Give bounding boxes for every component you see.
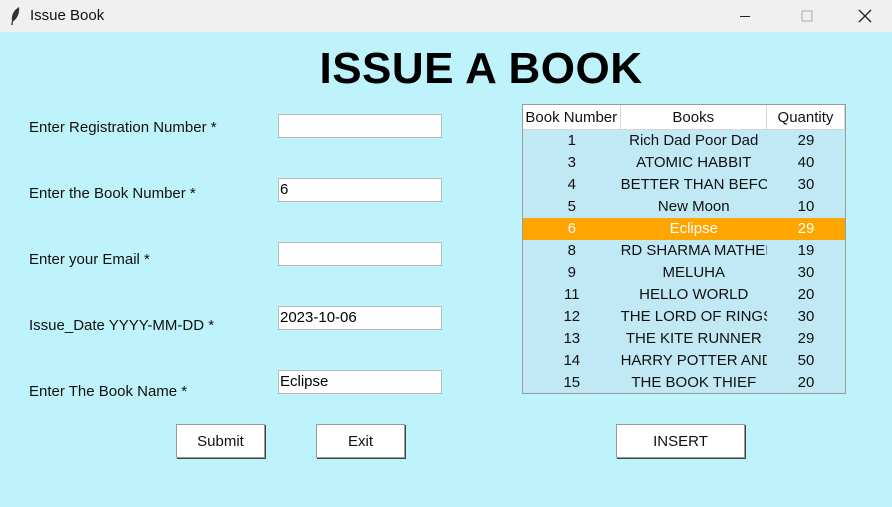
book-name-label: Enter The Book Name * [29, 383, 188, 400]
book-title-cell: ATOMIC HABBIT [636, 154, 752, 171]
book-title-cell: Eclipse [669, 220, 718, 237]
insert-button[interactable]: INSERT [616, 424, 745, 458]
window-title: Issue Book [30, 7, 105, 24]
book-number-cell: 12 [563, 308, 581, 325]
email-input[interactable] [278, 242, 442, 266]
table-row[interactable]: 5 New Moon 10 [523, 196, 845, 218]
table-row[interactable]: 11 HELLO WORLD 20 [523, 284, 845, 306]
book-name-input[interactable]: Eclipse [278, 370, 442, 394]
column-header-quantity[interactable]: Quantity [767, 105, 845, 130]
table-header: Book Number Books Quantity [523, 105, 845, 130]
quantity-cell: 29 [797, 132, 815, 149]
quantity-cell: 19 [797, 242, 815, 259]
column-header-books[interactable]: Books [621, 105, 767, 130]
book-number-cell: 3 [567, 154, 576, 171]
book-number-cell: 8 [567, 242, 576, 259]
quantity-cell: 29 [797, 220, 815, 237]
minimize-icon [740, 16, 750, 17]
book-title-cell: THE LORD OF RINGS [620, 308, 767, 325]
maximize-icon [801, 10, 813, 22]
table-row[interactable]: 14 HARRY POTTER AND 50 [523, 350, 845, 372]
close-button[interactable] [842, 0, 888, 32]
table-row[interactable]: 3 ATOMIC HABBIT 40 [523, 152, 845, 174]
feather-icon [11, 7, 20, 25]
book-number-cell: 4 [567, 176, 576, 193]
registration-input[interactable] [278, 114, 442, 138]
title-bar: Issue Book [0, 0, 892, 32]
issue-date-label: Issue_Date YYYY-MM-DD * [29, 317, 215, 334]
quantity-cell: 30 [797, 308, 815, 325]
book-number-input[interactable]: 6 [278, 178, 442, 202]
quantity-cell: 20 [797, 374, 815, 391]
minimize-button[interactable] [722, 0, 768, 32]
submit-button[interactable]: Submit [176, 424, 265, 458]
book-number-cell: 15 [563, 374, 581, 391]
exit-button[interactable]: Exit [316, 424, 405, 458]
quantity-cell: 30 [797, 176, 815, 193]
book-number-cell: 1 [567, 132, 576, 149]
book-number-cell: 11 [564, 286, 580, 303]
main-panel: ISSUE A BOOK Enter Registration Number *… [0, 32, 892, 507]
table-body: 1 Rich Dad Poor Dad 29 3 ATOMIC HABBIT 40 4 BET… [523, 130, 845, 393]
table-row[interactable]: 13 THE KITE RUNNER 29 [523, 328, 845, 350]
issue-date-input[interactable]: 2023-10-06 [278, 306, 442, 330]
book-title-cell: Rich Dad Poor Dad [629, 132, 759, 149]
book-number-cell: 14 [563, 352, 581, 369]
book-title-cell: RD SHARMA MATHEI [620, 242, 767, 259]
table-row[interactable]: 6 Eclipse 29 [523, 218, 845, 240]
quantity-cell: 50 [797, 352, 815, 369]
table-row[interactable]: 12 THE LORD OF RINGS 30 [523, 306, 845, 328]
quantity-cell: 20 [797, 286, 815, 303]
book-title-cell: New Moon [657, 198, 730, 215]
book-number-cell: 13 [563, 330, 581, 347]
book-title-cell: MELUHA [662, 264, 726, 281]
book-number-cell: 6 [567, 220, 576, 237]
column-header-book-number[interactable]: Book Number [523, 105, 621, 130]
table-row[interactable]: 9 MELUHA 30 [523, 262, 845, 284]
table-row[interactable]: 4 BETTER THAN BEFOR 30 [523, 174, 845, 196]
book-title-cell: THE KITE RUNNER [625, 330, 762, 347]
quantity-cell: 10 [797, 198, 815, 215]
book-number-label: Enter the Book Number * [29, 185, 196, 202]
book-title-cell: HELLO WORLD [639, 286, 749, 303]
close-icon [858, 9, 872, 23]
books-table[interactable]: Book Number Books Quantity 1 Rich Dad Poo… [522, 104, 846, 394]
table-row[interactable]: 15 THE BOOK THIEF 20 [523, 372, 845, 393]
maximize-button[interactable] [784, 0, 830, 32]
page-title: ISSUE A BOOK [319, 44, 643, 93]
book-title-cell: BETTER THAN BEFOR [620, 176, 767, 193]
book-number-cell: 5 [567, 198, 576, 215]
book-title-cell: THE BOOK THIEF [631, 374, 757, 391]
book-number-cell: 9 [567, 264, 576, 281]
book-title-cell: HARRY POTTER AND [620, 352, 767, 369]
registration-label: Enter Registration Number * [29, 119, 217, 136]
email-label: Enter your Email * [29, 251, 150, 268]
quantity-cell: 29 [797, 330, 815, 347]
quantity-cell: 30 [797, 264, 815, 281]
quantity-cell: 40 [797, 154, 815, 171]
table-row[interactable]: 1 Rich Dad Poor Dad 29 [523, 130, 845, 152]
table-row[interactable]: 8 RD SHARMA MATHEI 19 [523, 240, 845, 262]
